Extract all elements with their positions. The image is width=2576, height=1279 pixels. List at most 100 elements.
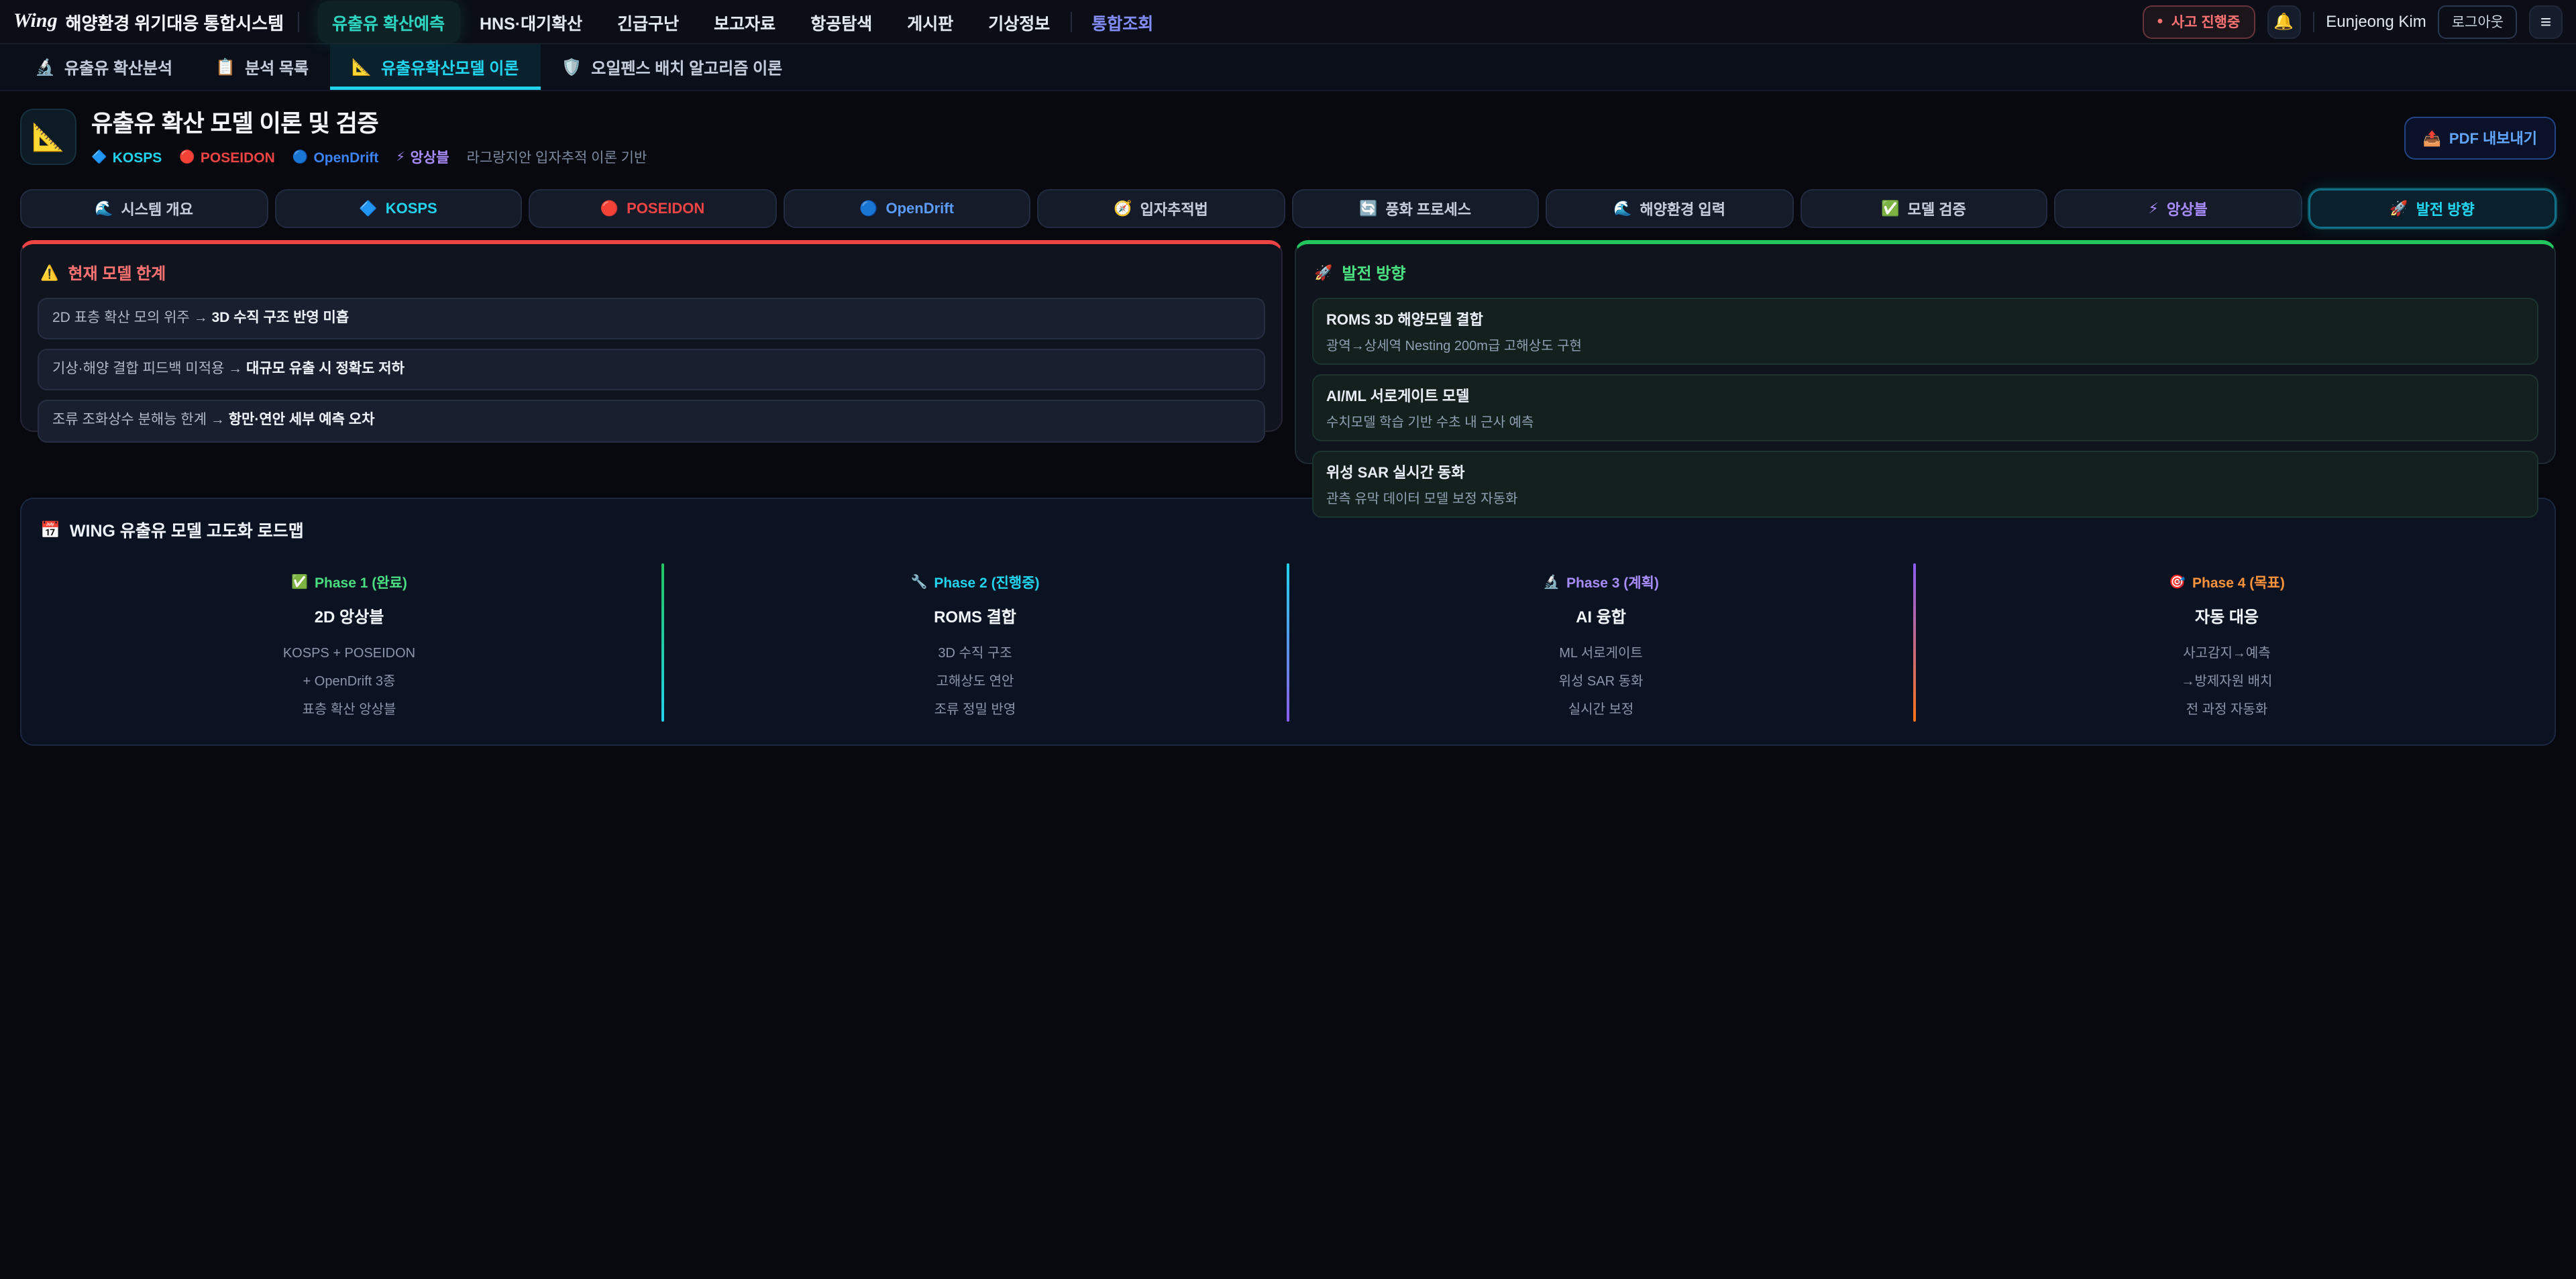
section-tab-label: 입자추적법	[1140, 198, 1208, 219]
tab-oil-fence-algorithm[interactable]: 🛡️ 오일펜스 배치 알고리즘 이론	[540, 44, 804, 90]
limitation-item: 조류 조화상수 분해능 한계 → 항만·연안 세부 예측 오차	[38, 400, 1265, 442]
page-header: 📐 유출유 확산 모델 이론 및 검증 🔷 KOSPS 🔴 POSEIDON 🔵	[0, 91, 2576, 176]
phase-line: 고해상도 연안	[663, 668, 1287, 696]
limitation-lead: 2D 표층 확산 모의 위주 →	[52, 310, 208, 326]
phase-line: ML 서로게이트	[1289, 640, 1913, 668]
hamburger-menu-button[interactable]: ≡	[2529, 5, 2563, 38]
limitation-item: 기상·해양 결합 피드백 미적용 → 대규모 유출 시 정확도 저하	[38, 349, 1265, 390]
phase-4-name: 자동 대응	[1915, 605, 2538, 628]
limitation-lead: 기상·해양 결합 피드백 미적용 →	[52, 361, 242, 377]
top-nav: Wing 해양환경 위기대응 통합시스템 유출유 확산예측 HNS·대기확산 긴…	[0, 0, 2576, 44]
nav-item-integrated-search[interactable]: 통합조회	[1077, 1, 1168, 42]
roadmap-phase-1: ✅ Phase 1 (완료) 2D 앙상블 KOSPS + POSEIDON +…	[38, 561, 661, 724]
section-tab-model-validation[interactable]: ✅ 모델 검증	[1800, 189, 2047, 228]
badge-label: KOSPS	[113, 150, 162, 166]
roadmap-grid: ✅ Phase 1 (완료) 2D 앙상블 KOSPS + POSEIDON +…	[38, 561, 2538, 724]
nav-item-weather-info[interactable]: 기상정보	[973, 1, 1065, 42]
rocket-icon: 🚀	[2390, 200, 2408, 217]
section-tab-opendrift[interactable]: 🔵 OpenDrift	[783, 189, 1030, 228]
section-tab-label: 해양환경 입력	[1640, 198, 1725, 219]
badge-label: POSEIDON	[201, 150, 275, 166]
pdf-export-label: PDF 내보내기	[2449, 127, 2537, 149]
wrench-icon: 🔧	[910, 575, 927, 590]
section-tab-bar: 🌊 시스템 개요 🔷 KOSPS 🔴 POSEIDON 🔵 OpenDrift …	[20, 189, 2556, 228]
section-tab-label: 발전 방향	[2416, 198, 2475, 219]
roadmap-card: 📅 WING 유출유 모델 고도화 로드맵 ✅ Phase 1 (완료) 2D …	[20, 498, 2556, 746]
phase-2-label: 🔧 Phase 2 (진행중)	[910, 573, 1039, 593]
nav-item-hns-diffusion[interactable]: HNS·대기확산	[465, 1, 597, 42]
badge-label: 앙상블	[411, 148, 449, 168]
phase-label-text: Phase 4 (목표)	[2192, 573, 2285, 593]
phase-2-name: ROMS 결합	[663, 605, 1287, 628]
wave-icon: 🌊	[95, 200, 113, 217]
section-tab-weathering-process[interactable]: 🔄 풍화 프로세스	[1291, 189, 1539, 228]
section-tab-label: 시스템 개요	[121, 198, 193, 219]
nav-item-emergency-rescue[interactable]: 긴급구난	[602, 1, 694, 42]
notification-bell-button[interactable]: 🔔	[2267, 5, 2300, 38]
phase-1-label: ✅ Phase 1 (완료)	[291, 573, 407, 593]
wave-icon: 🌊	[1613, 200, 1631, 217]
section-tab-system-overview[interactable]: 🌊 시스템 개요	[20, 189, 268, 228]
check-icon: ✅	[1881, 200, 1899, 217]
direction-item-title: ROMS 3D 해양모델 결합	[1326, 309, 2524, 330]
warning-icon: ⚠️	[40, 264, 58, 282]
page-header-left: 📐 유출유 확산 모델 이론 및 검증 🔷 KOSPS 🔴 POSEIDON 🔵	[20, 106, 647, 168]
roadmap-phase-2: 🔧 Phase 2 (진행중) ROMS 결합 3D 수직 구조 고해상도 연안…	[663, 561, 1287, 724]
roadmap-title: 📅 WING 유출유 모델 고도화 로드맵	[40, 516, 2536, 542]
section-tab-ensemble[interactable]: ⚡ 앙상블	[2054, 189, 2302, 228]
tab-spill-model-theory[interactable]: 📐 유출유확산모델 이론	[330, 44, 540, 90]
page-subtitle: 라그랑지안 입자추적 이론 기반	[467, 148, 647, 168]
target-icon: 🎯	[2169, 575, 2186, 590]
divider	[297, 11, 299, 32]
tab-spill-analysis[interactable]: 🔬 유출유 확산분석	[13, 44, 194, 90]
content-cards: ⚠️ 현재 모델 한계 2D 표층 확산 모의 위주 → 3D 수직 구조 반영…	[20, 240, 2556, 464]
nav-item-board[interactable]: 게시판	[892, 1, 968, 42]
section-tab-poseidon[interactable]: 🔴 POSEIDON	[529, 189, 776, 228]
rocket-icon: 🚀	[1314, 264, 1332, 282]
direction-item: AI/ML 서로게이트 모델 수치모델 학습 기반 수초 내 근사 예측	[1311, 374, 2538, 441]
model-badges: 🔷 KOSPS 🔴 POSEIDON 🔵 OpenDrift ⚡ 앙상블	[91, 148, 647, 168]
roadmap-title-text: WING 유출유 모델 고도화 로드맵	[70, 516, 304, 542]
direction-item-desc: 수치모델 학습 기반 수초 내 근사 예측	[1326, 410, 2524, 431]
compass-icon: 🧭	[1114, 200, 1132, 217]
section-tab-kosps[interactable]: 🔷 KOSPS	[274, 189, 522, 228]
microscope-icon: 🔬	[35, 58, 55, 76]
limitation-emphasis: 항만·연안 세부 예측 오차	[229, 412, 375, 429]
direction-card-title: 🚀 발전 방향	[1314, 262, 2536, 284]
nav-item-aerial-search[interactable]: 항공탐색	[796, 1, 887, 42]
phase-label-text: Phase 2 (진행중)	[934, 573, 1039, 593]
section-tab-development-direction[interactable]: 🚀 발전 방향	[2308, 189, 2556, 228]
blue-diamond-icon: 🔷	[359, 200, 377, 217]
tab-label: 분석 목록	[245, 56, 309, 78]
section-tab-particle-tracking[interactable]: 🧭 입자추적법	[1037, 189, 1285, 228]
badge-poseidon: 🔴 POSEIDON	[179, 150, 275, 166]
status-dot-icon: ●	[2157, 16, 2163, 27]
phase-line: 조류 정밀 반영	[663, 696, 1287, 724]
section-tab-marine-env-input[interactable]: 🌊 해양환경 입력	[1546, 189, 1793, 228]
phase-4-label: 🎯 Phase 4 (목표)	[2169, 573, 2285, 593]
phase-line: 실시간 보정	[1289, 696, 1913, 724]
page-title: 유출유 확산 모델 이론 및 검증	[91, 106, 647, 140]
tab-label: 유출유확산모델 이론	[381, 56, 519, 78]
tab-analysis-list[interactable]: 📋 분석 목록	[194, 44, 330, 90]
blue-circle-icon: 🔵	[292, 150, 309, 165]
phase-line: 3D 수직 구조	[663, 640, 1287, 668]
limitation-item: 2D 표층 확산 모의 위주 → 3D 수직 구조 반영 미흡	[38, 298, 1265, 339]
direction-item-title: 위성 SAR 실시간 동화	[1326, 461, 2524, 483]
page-icon-box: 📐	[20, 109, 76, 165]
app-brand[interactable]: Wing 해양환경 위기대응 통합시스템	[13, 9, 284, 34]
direction-item-title: AI/ML 서로게이트 모델	[1326, 385, 2524, 406]
badge-kosps: 🔷 KOSPS	[91, 150, 162, 166]
incident-status-badge[interactable]: ● 사고 진행중	[2142, 5, 2255, 38]
pdf-export-button[interactable]: 📤 PDF 내보내기	[2404, 117, 2557, 160]
triangle-ruler-icon: 📐	[32, 120, 65, 154]
phase-3-label: 🔬 Phase 3 (계획)	[1543, 573, 1659, 593]
nav-item-oil-spill-prediction[interactable]: 유출유 확산예측	[317, 1, 460, 42]
phase-1-name: 2D 앙상블	[38, 605, 661, 628]
logout-button[interactable]: 로그아웃	[2438, 5, 2517, 38]
triangle-ruler-icon: 📐	[352, 58, 372, 76]
limitation-emphasis: 대규모 유출 시 정확도 저하	[246, 361, 405, 377]
nav-item-reports[interactable]: 보고자료	[699, 1, 790, 42]
lightning-icon: ⚡	[2148, 200, 2158, 217]
nav-right-cluster: ● 사고 진행중 🔔 Eunjeong Kim 로그아웃 ≡	[2142, 5, 2563, 38]
